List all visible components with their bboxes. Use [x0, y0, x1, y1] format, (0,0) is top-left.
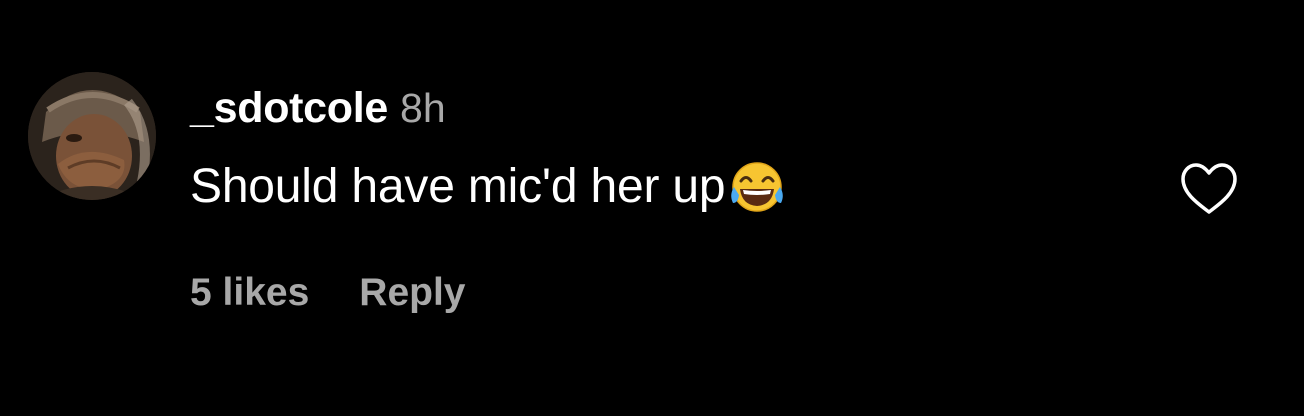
comment-body: Should have mic'd her up — [190, 156, 787, 216]
heart-outline-icon[interactable] — [1178, 160, 1240, 218]
timestamp: 8h — [400, 85, 446, 131]
comment-header: _sdotcole 8h — [190, 84, 446, 136]
user-avatar-icon — [28, 72, 156, 200]
reply-button[interactable]: Reply — [359, 271, 465, 315]
avatar[interactable] — [28, 72, 156, 200]
comment-actions: 5 likes Reply — [190, 268, 465, 318]
comment-item: _sdotcole 8h Should have mic'd her up 5 … — [0, 0, 1304, 416]
comment-text: Should have mic'd her up — [190, 159, 726, 213]
username[interactable]: _sdotcole — [190, 84, 388, 133]
face-with-tears-of-joy-icon — [727, 159, 787, 217]
likes-count[interactable]: 5 likes — [190, 271, 309, 315]
